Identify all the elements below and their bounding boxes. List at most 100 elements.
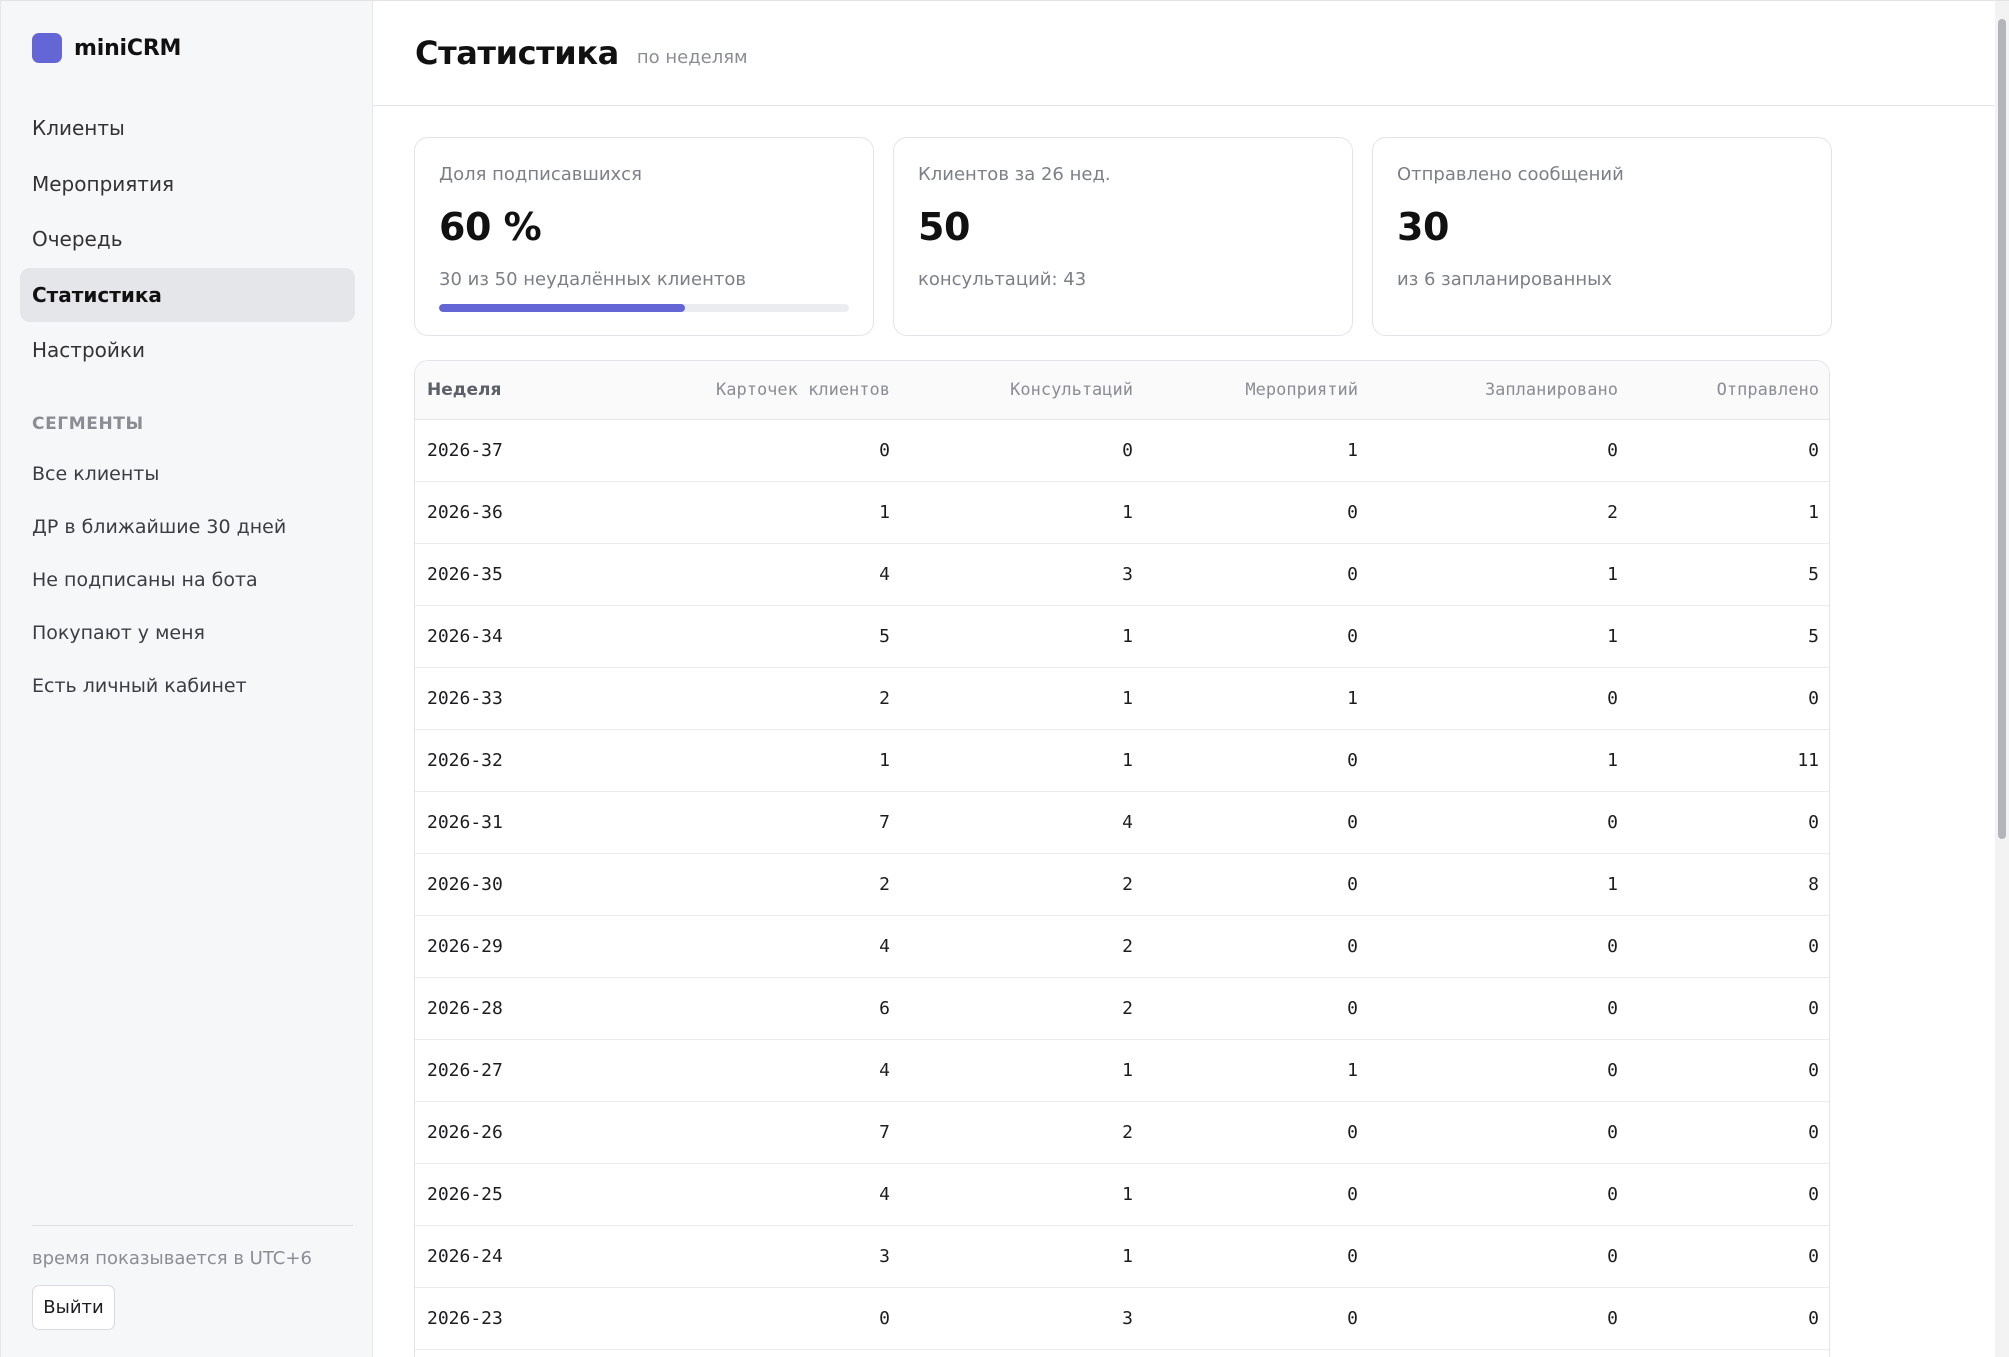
table-row: 2026-34 5 1 0 1 5 <box>415 605 1829 668</box>
table-row: 2026-31 7 4 0 0 0 <box>415 791 1829 854</box>
value-cell <box>565 1349 902 1357</box>
value-cell: 0 <box>1145 1101 1370 1164</box>
segment-all-clients[interactable]: Все клиенты <box>20 447 355 500</box>
brand[interactable]: miniCRM <box>32 33 181 63</box>
table-header-row: Неделя Карточек клиентов Консультаций Ме… <box>415 361 1829 420</box>
card-value: 50 <box>918 205 970 249</box>
week-cell: 2026-22 <box>415 1349 565 1357</box>
value-cell: 2 <box>902 1101 1145 1164</box>
value-cell: 3 <box>902 1287 1145 1350</box>
segment-has-account[interactable]: Есть личный кабинет <box>20 659 355 712</box>
value-cell: 0 <box>902 419 1145 482</box>
logout-button[interactable]: Выйти <box>32 1285 115 1330</box>
table-row: 2026-27 4 1 1 0 0 <box>415 1039 1829 1102</box>
value-cell: 0 <box>1630 977 1829 1040</box>
page-title: Статистика <box>415 34 619 72</box>
value-cell: 1 <box>1145 667 1370 730</box>
value-cell <box>1370 1349 1630 1357</box>
week-cell: 2026-36 <box>415 481 565 544</box>
value-cell: 0 <box>1145 481 1370 544</box>
value-cell: 0 <box>1370 1163 1630 1226</box>
nav-item-queue[interactable]: Очередь <box>20 212 355 266</box>
value-cell: 2 <box>1370 481 1630 544</box>
value-cell: 1 <box>902 1163 1145 1226</box>
value-cell: 0 <box>1145 1163 1370 1226</box>
column-header-week[interactable]: Неделя <box>415 361 565 420</box>
value-cell: 5 <box>1630 605 1829 668</box>
segments-list: Все клиенты ДР в ближайшие 30 дней Не по… <box>20 447 355 712</box>
value-cell: 1 <box>902 729 1145 792</box>
week-cell: 2026-26 <box>415 1101 565 1164</box>
value-cell: 0 <box>1630 667 1829 730</box>
value-cell: 11 <box>1630 729 1829 792</box>
value-cell: 5 <box>565 605 902 668</box>
value-cell: 1 <box>1370 853 1630 916</box>
nav-item-clients[interactable]: Клиенты <box>20 101 355 155</box>
value-cell: 2 <box>902 853 1145 916</box>
column-header-client-cards[interactable]: Карточек клиентов <box>565 361 902 420</box>
value-cell: 1 <box>1630 481 1829 544</box>
value-cell: 1 <box>902 481 1145 544</box>
week-cell: 2026-30 <box>415 853 565 916</box>
value-cell: 0 <box>1145 605 1370 668</box>
column-header-consultations[interactable]: Консультаций <box>902 361 1145 420</box>
value-cell: 1 <box>565 481 902 544</box>
segment-not-subscribed[interactable]: Не подписаны на бота <box>20 553 355 606</box>
brand-logo-icon <box>32 33 62 63</box>
segment-birthdays[interactable]: ДР в ближайшие 30 дней <box>20 500 355 553</box>
value-cell: 0 <box>1370 915 1630 978</box>
nav-item-statistics[interactable]: Статистика <box>20 267 355 322</box>
segment-buy-from-me[interactable]: Покупают у меня <box>20 606 355 659</box>
value-cell: 3 <box>902 543 1145 606</box>
card-label: Доля подписавшихся <box>439 164 642 185</box>
value-cell: 1 <box>1370 729 1630 792</box>
value-cell: 0 <box>565 419 902 482</box>
value-cell: 4 <box>565 1039 902 1102</box>
table-body: 2026-37 0 0 1 0 0 2026-36 1 1 0 2 1 2026-35 4 3 0 1 5 2026… <box>415 419 1829 1357</box>
value-cell: 0 <box>1145 977 1370 1040</box>
nav-item-settings[interactable]: Настройки <box>20 323 355 377</box>
app-window: miniCRM Клиенты Мероприятия Очередь Стат… <box>0 0 2009 1357</box>
value-cell <box>1630 1349 1829 1357</box>
column-header-sent[interactable]: Отправлено <box>1630 361 1829 420</box>
table-row: 2026-25 4 1 0 0 0 <box>415 1163 1829 1226</box>
table-row: 2026-35 4 3 0 1 5 <box>415 543 1829 606</box>
nav-item-events[interactable]: Мероприятия <box>20 157 355 211</box>
table-row: 2026-29 4 2 0 0 0 <box>415 915 1829 978</box>
subscribed-progress-bar <box>439 304 849 312</box>
value-cell: 0 <box>565 1287 902 1350</box>
card-note: из 6 запланированных <box>1397 269 1613 290</box>
sidebar-footer: время показывается в UTC+6 Выйти <box>32 1225 353 1330</box>
value-cell: 1 <box>902 1225 1145 1288</box>
value-cell: 4 <box>565 1163 902 1226</box>
column-header-events[interactable]: Мероприятий <box>1145 361 1370 420</box>
value-cell: 0 <box>1145 853 1370 916</box>
value-cell: 0 <box>1630 1039 1829 1102</box>
subscribed-progress-fill <box>439 304 685 312</box>
table-row: 2026-30 2 2 0 1 8 <box>415 853 1829 916</box>
value-cell: 1 <box>1145 419 1370 482</box>
stat-cards: Доля подписавшихся 60 % 30 из 50 неудалё… <box>414 137 1832 336</box>
table-row: 2026-22 <box>415 1349 1829 1357</box>
card-note: консультаций: 43 <box>918 269 1087 290</box>
value-cell: 0 <box>1630 1163 1829 1226</box>
value-cell: 4 <box>902 791 1145 854</box>
value-cell: 4 <box>565 543 902 606</box>
table-row: 2026-24 3 1 0 0 0 <box>415 1225 1829 1288</box>
scrollbar-thumb[interactable] <box>1998 19 2006 839</box>
timezone-note: время показывается в UTC+6 <box>32 1248 312 1269</box>
value-cell: 1 <box>1370 605 1630 668</box>
value-cell: 0 <box>1370 1039 1630 1102</box>
week-cell: 2026-29 <box>415 915 565 978</box>
table-row: 2026-37 0 0 1 0 0 <box>415 419 1829 482</box>
value-cell: 4 <box>565 915 902 978</box>
column-header-planned[interactable]: Запланировано <box>1370 361 1630 420</box>
sidebar: miniCRM Клиенты Мероприятия Очередь Стат… <box>0 1 373 1357</box>
page-scrollbar[interactable] <box>1995 1 2009 1357</box>
value-cell: 0 <box>1630 791 1829 854</box>
main-nav: Клиенты Мероприятия Очередь Статистика Н… <box>20 101 355 379</box>
value-cell: 0 <box>1370 667 1630 730</box>
card-note: 30 из 50 неудалённых клиентов <box>439 269 746 290</box>
week-cell: 2026-34 <box>415 605 565 668</box>
week-cell: 2026-27 <box>415 1039 565 1102</box>
